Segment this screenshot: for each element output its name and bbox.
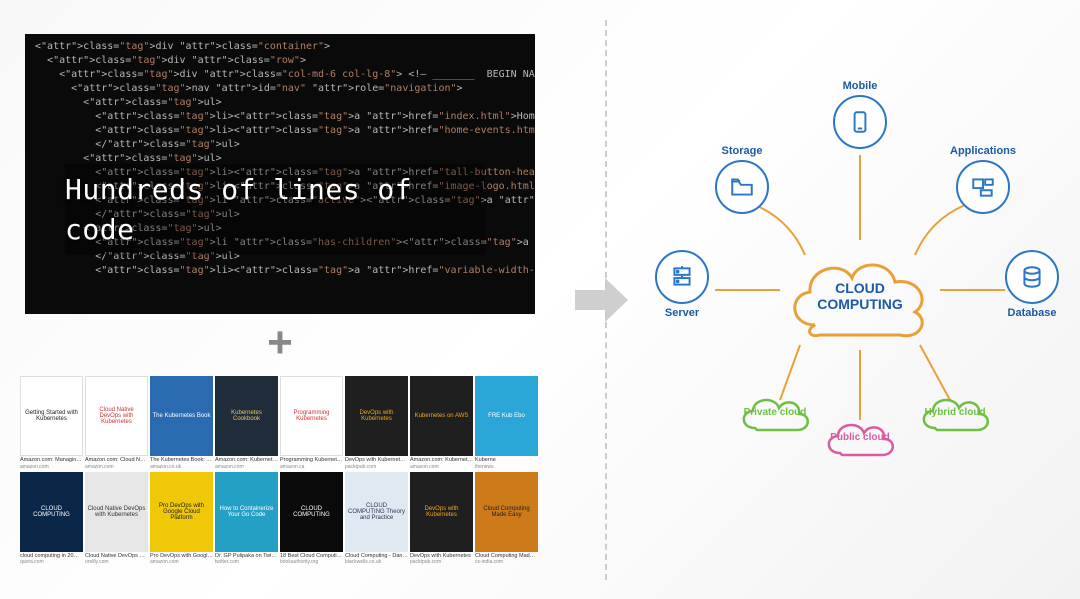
book-item: DevOps with KubernetesDevOps with Kubern… [410, 472, 473, 565]
book-source: quora.com [20, 559, 83, 565]
book-item: Kubernetes on AWSAmazon.com: Kubernetes … [410, 376, 473, 469]
cloud-center-label: CLOUD COMPUTING [780, 280, 940, 312]
book-item: How to Containerize Your Go CodeDr. GP P… [215, 472, 278, 565]
book-item: CLOUD COMPUTING18 Best Cloud Computi…boo… [280, 472, 343, 565]
cloud-center: CLOUD COMPUTING [780, 240, 940, 350]
node-mobile: Mobile [833, 80, 887, 149]
book-source: amazon.co.uk [150, 464, 213, 470]
book-source: amazon.ca [280, 464, 343, 470]
book-item: Cloud Native DevOps with KubernetesCloud… [85, 472, 148, 565]
code-screenshot: <"attr">class="tag">div "attr">class="co… [25, 34, 535, 314]
right-column: CLOUD COMPUTING Mobile Storage Applicati… [660, 90, 1060, 510]
node-applications-label: Applications [950, 145, 1016, 157]
book-source: blackwells.co.uk [345, 559, 408, 565]
cloud-label-line1: CLOUD [835, 280, 885, 296]
book-cover: Cloud Native DevOps with Kubernetes [85, 472, 148, 552]
book-cover: How to Containerize Your Go Code [215, 472, 278, 552]
node-server-label: Server [665, 307, 699, 319]
arrow-right-icon [570, 270, 630, 330]
node-database: Database [1005, 250, 1059, 319]
cloud-computing-diagram: CLOUD COMPUTING Mobile Storage Applicati… [660, 90, 1060, 510]
server-icon [655, 250, 709, 304]
plus-icon: + [267, 318, 293, 368]
book-source: amazon.com [410, 464, 473, 470]
book-cover: DevOps with Kubernetes [345, 376, 408, 456]
book-cover: The Kubernetes Book [150, 376, 213, 456]
node-storage-label: Storage [722, 145, 763, 157]
book-source: packtpub.com [410, 559, 473, 565]
book-source: amazon.com [150, 559, 213, 565]
node-server: Server [655, 250, 709, 319]
code-overlay-text: Hundreds of lines of code [65, 164, 485, 254]
book-source: bookauthority.org [280, 559, 343, 565]
mini-cloud-public: Public cloud [820, 415, 900, 463]
book-cover: Programming Kubernetes [280, 376, 343, 456]
book-source: packtpub.com [345, 464, 408, 470]
node-mobile-label: Mobile [843, 80, 878, 92]
book-source: cs-india.com [475, 559, 538, 565]
book-cover: Kubernetes on AWS [410, 376, 473, 456]
node-applications: Applications [950, 145, 1016, 214]
book-source: oreilly.com [85, 559, 148, 565]
book-source: amazon.com [215, 464, 278, 470]
database-icon [1005, 250, 1059, 304]
book-item: CLOUD COMPUTING Theory and PracticeCloud… [345, 472, 408, 565]
book-cover: CLOUD COMPUTING [280, 472, 343, 552]
book-item: CLOUD COMPUTINGcloud computing in 20…quo… [20, 472, 83, 565]
book-item: FRE Kub EboKubernethenews [475, 376, 538, 469]
book-cover: Cloud Computing Made Easy [475, 472, 538, 552]
book-cover: Pro DevOps with Google Cloud Platform [150, 472, 213, 552]
book-source: twitter.com [215, 559, 278, 565]
mini-cloud-hybrid: Hybrid cloud [915, 390, 995, 438]
book-item: Getting Started with KubernetesAmazon.co… [20, 376, 83, 469]
node-database-label: Database [1008, 307, 1057, 319]
book-item: Cloud Computing Made EasyCloud Computing… [475, 472, 538, 565]
cloud-small-icon [915, 390, 995, 438]
node-storage: Storage [715, 145, 769, 214]
book-source: amazon.com [20, 464, 83, 470]
book-cover: Getting Started with Kubernetes [20, 376, 83, 456]
book-cover: DevOps with Kubernetes [410, 472, 473, 552]
cloud-small-icon [820, 415, 900, 463]
books-grid: Getting Started with KubernetesAmazon.co… [20, 376, 540, 564]
dashed-divider [605, 20, 607, 580]
book-source: amazon.com [85, 464, 148, 470]
book-cover: Kubernetes Cookbook [215, 376, 278, 456]
cloud-label-line2: COMPUTING [817, 296, 903, 312]
left-column: <"attr">class="tag">div "attr">class="co… [20, 34, 540, 564]
book-item: DevOps with KubernetesDevOps with Kubern… [345, 376, 408, 469]
mobile-icon [833, 95, 887, 149]
cloud-small-icon [735, 390, 815, 438]
applications-icon [956, 160, 1010, 214]
slide: <"attr">class="tag">div "attr">class="co… [0, 0, 1080, 599]
storage-icon [715, 160, 769, 214]
book-item: Cloud Native DevOps with KubernetesAmazo… [85, 376, 148, 469]
book-item: The Kubernetes BookThe Kubernetes Book: … [150, 376, 213, 469]
book-item: Programming KubernetesProgramming Kubern… [280, 376, 343, 469]
book-source: thenews [475, 464, 538, 470]
mini-cloud-private: Private cloud [735, 390, 815, 438]
book-cover: Cloud Native DevOps with Kubernetes [85, 376, 148, 456]
book-item: Kubernetes CookbookAmazon.com: Kubernete… [215, 376, 278, 469]
book-cover: CLOUD COMPUTING Theory and Practice [345, 472, 408, 552]
book-cover: FRE Kub Ebo [475, 376, 538, 456]
book-cover: CLOUD COMPUTING [20, 472, 83, 552]
book-item: Pro DevOps with Google Cloud PlatformPro… [150, 472, 213, 565]
